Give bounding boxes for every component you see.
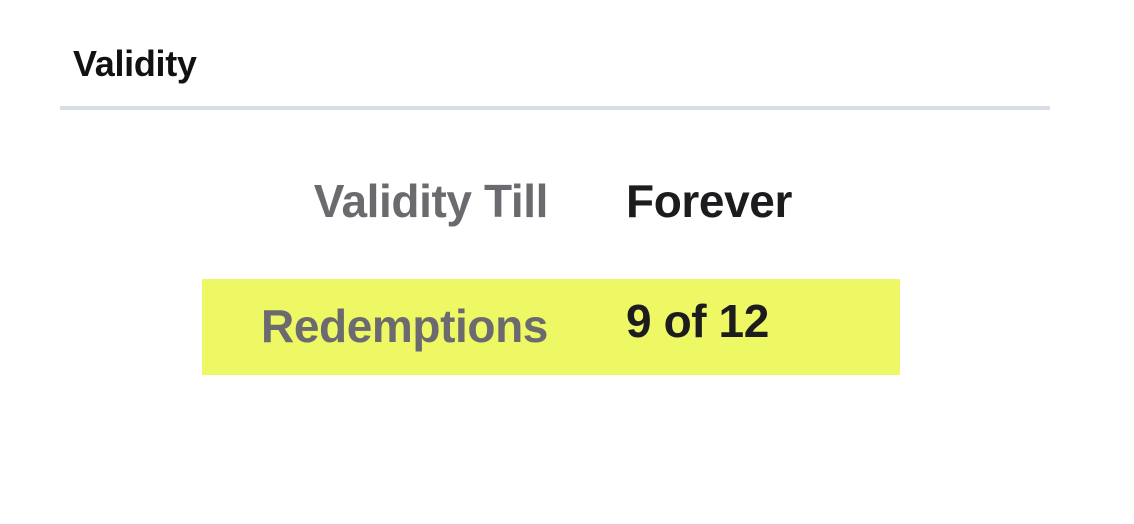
validity-till-value: Forever — [626, 175, 792, 227]
redemptions-value: 9 of 12 — [626, 295, 769, 347]
section-divider — [60, 106, 1050, 110]
redemptions-row: Redemptions 9 of 12 — [202, 279, 900, 375]
redemptions-label: Redemptions — [261, 300, 548, 352]
validity-till-row: Validity Till Forever — [202, 152, 900, 248]
section-title: Validity — [73, 43, 197, 84]
validity-till-label: Validity Till — [313, 175, 549, 227]
